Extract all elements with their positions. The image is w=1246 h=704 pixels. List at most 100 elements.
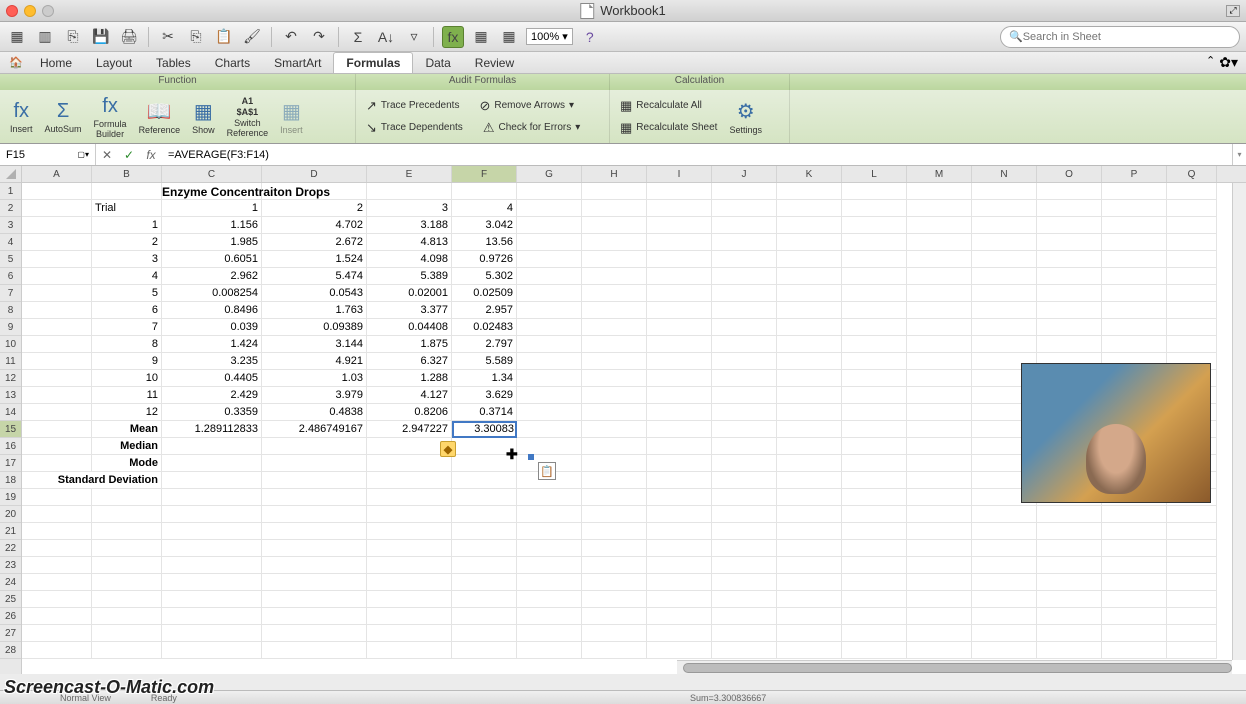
- cell[interactable]: [517, 404, 582, 421]
- row-header-12[interactable]: 12: [0, 370, 21, 387]
- expand-formula-bar-icon[interactable]: ▾: [1232, 144, 1246, 165]
- row-header-23[interactable]: 23: [0, 557, 21, 574]
- zoom-select[interactable]: 100% ▾: [526, 28, 573, 45]
- cell[interactable]: 1: [162, 200, 262, 217]
- cell[interactable]: [972, 285, 1037, 302]
- column-header-C[interactable]: C: [162, 166, 262, 182]
- error-indicator-icon[interactable]: ◆: [440, 441, 456, 457]
- sort-icon[interactable]: A↓: [375, 26, 397, 48]
- cell[interactable]: [647, 319, 712, 336]
- cell[interactable]: [907, 625, 972, 642]
- cell[interactable]: [22, 285, 92, 302]
- cell[interactable]: [517, 608, 582, 625]
- cell[interactable]: [972, 217, 1037, 234]
- cell[interactable]: [647, 557, 712, 574]
- cell[interactable]: [162, 438, 262, 455]
- cell[interactable]: [92, 506, 162, 523]
- cell[interactable]: [582, 540, 647, 557]
- cell[interactable]: [647, 251, 712, 268]
- cell[interactable]: 1.424: [162, 336, 262, 353]
- cell[interactable]: [162, 574, 262, 591]
- cell[interactable]: [647, 489, 712, 506]
- column-header-M[interactable]: M: [907, 166, 972, 182]
- cell[interactable]: [647, 540, 712, 557]
- format-painter-icon[interactable]: 🖌: [241, 26, 263, 48]
- column-header-E[interactable]: E: [367, 166, 452, 182]
- cell[interactable]: [972, 319, 1037, 336]
- cell[interactable]: [842, 421, 907, 438]
- cell[interactable]: [842, 642, 907, 659]
- cell[interactable]: [262, 642, 367, 659]
- cell[interactable]: [647, 421, 712, 438]
- cell[interactable]: [712, 506, 777, 523]
- cell[interactable]: [907, 523, 972, 540]
- cell[interactable]: [22, 200, 92, 217]
- cell[interactable]: [1037, 625, 1102, 642]
- cell[interactable]: [517, 591, 582, 608]
- cell[interactable]: [1037, 574, 1102, 591]
- cell[interactable]: [22, 608, 92, 625]
- cell[interactable]: 5.474: [262, 268, 367, 285]
- cell[interactable]: [517, 200, 582, 217]
- cell[interactable]: [972, 251, 1037, 268]
- cell[interactable]: [1102, 557, 1167, 574]
- cell[interactable]: [1037, 251, 1102, 268]
- cell[interactable]: [712, 387, 777, 404]
- cell[interactable]: [842, 268, 907, 285]
- cell[interactable]: [22, 217, 92, 234]
- cell[interactable]: 1.875: [367, 336, 452, 353]
- cell[interactable]: [777, 234, 842, 251]
- cell[interactable]: [1167, 608, 1217, 625]
- cell[interactable]: [452, 591, 517, 608]
- row-header-7[interactable]: 7: [0, 285, 21, 302]
- cell[interactable]: Mode: [92, 455, 162, 472]
- cell[interactable]: [842, 574, 907, 591]
- cell[interactable]: [842, 472, 907, 489]
- cell[interactable]: [1102, 574, 1167, 591]
- cell[interactable]: 4.098: [367, 251, 452, 268]
- cell[interactable]: [777, 268, 842, 285]
- cell[interactable]: 0.8496: [162, 302, 262, 319]
- cell[interactable]: [517, 523, 582, 540]
- cell[interactable]: [647, 472, 712, 489]
- cell[interactable]: 2.957: [452, 302, 517, 319]
- cell[interactable]: 0.9726: [452, 251, 517, 268]
- cell[interactable]: [162, 625, 262, 642]
- cell[interactable]: 1.34: [452, 370, 517, 387]
- minimize-window-button[interactable]: [24, 5, 36, 17]
- cell[interactable]: [647, 438, 712, 455]
- cell[interactable]: [972, 234, 1037, 251]
- cell[interactable]: [22, 506, 92, 523]
- cell[interactable]: [1037, 591, 1102, 608]
- cell[interactable]: [712, 302, 777, 319]
- cell[interactable]: [712, 404, 777, 421]
- column-header-J[interactable]: J: [712, 166, 777, 182]
- cell[interactable]: [22, 183, 92, 200]
- cell[interactable]: 9: [92, 353, 162, 370]
- cell[interactable]: [582, 285, 647, 302]
- cell[interactable]: [1037, 200, 1102, 217]
- gear-icon[interactable]: ✿▾: [1219, 54, 1238, 71]
- cell[interactable]: [262, 506, 367, 523]
- cell[interactable]: [452, 506, 517, 523]
- cell[interactable]: [1167, 268, 1217, 285]
- cell[interactable]: [582, 489, 647, 506]
- cell[interactable]: [907, 506, 972, 523]
- cell[interactable]: [1167, 319, 1217, 336]
- cell[interactable]: [92, 642, 162, 659]
- column-header-F[interactable]: F: [452, 166, 517, 182]
- cell[interactable]: 0.02001: [367, 285, 452, 302]
- cell[interactable]: [262, 455, 367, 472]
- cell[interactable]: [907, 421, 972, 438]
- cell[interactable]: [22, 421, 92, 438]
- cell[interactable]: [842, 285, 907, 302]
- cell[interactable]: [517, 217, 582, 234]
- check-errors-button[interactable]: ⚠Check for Errors ▾: [479, 118, 584, 138]
- cell[interactable]: 2: [92, 234, 162, 251]
- cell[interactable]: [1037, 183, 1102, 200]
- cell[interactable]: [842, 251, 907, 268]
- cell[interactable]: [712, 353, 777, 370]
- row-header-16[interactable]: 16: [0, 438, 21, 455]
- cell[interactable]: [452, 642, 517, 659]
- cell[interactable]: [262, 625, 367, 642]
